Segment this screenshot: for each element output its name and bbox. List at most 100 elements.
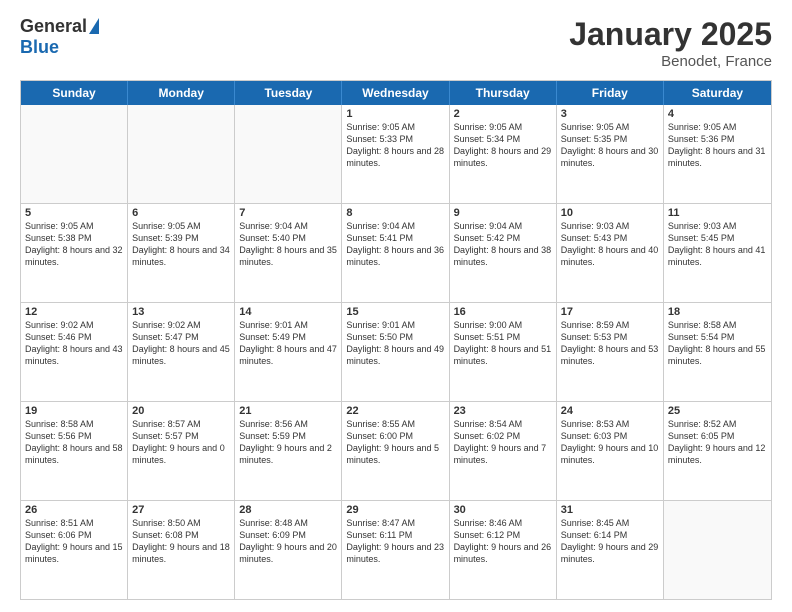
cell-info: Sunrise: 9:01 AM Sunset: 5:50 PM Dayligh…	[346, 319, 444, 368]
calendar-cell: 3Sunrise: 9:05 AM Sunset: 5:35 PM Daylig…	[557, 105, 664, 203]
logo-triangle-icon	[89, 18, 99, 34]
cell-info: Sunrise: 8:53 AM Sunset: 6:03 PM Dayligh…	[561, 418, 659, 467]
calendar-cell: 22Sunrise: 8:55 AM Sunset: 6:00 PM Dayli…	[342, 402, 449, 500]
calendar-cell: 9Sunrise: 9:04 AM Sunset: 5:42 PM Daylig…	[450, 204, 557, 302]
calendar-row: 26Sunrise: 8:51 AM Sunset: 6:06 PM Dayli…	[21, 500, 771, 599]
calendar-cell: 29Sunrise: 8:47 AM Sunset: 6:11 PM Dayli…	[342, 501, 449, 599]
cell-info: Sunrise: 8:46 AM Sunset: 6:12 PM Dayligh…	[454, 517, 552, 566]
day-number: 23	[454, 405, 552, 417]
calendar-cell: 1Sunrise: 9:05 AM Sunset: 5:33 PM Daylig…	[342, 105, 449, 203]
cell-info: Sunrise: 8:50 AM Sunset: 6:08 PM Dayligh…	[132, 517, 230, 566]
day-number: 4	[668, 108, 767, 120]
title-block: January 2025 Benodet, France	[569, 16, 772, 70]
cell-info: Sunrise: 8:51 AM Sunset: 6:06 PM Dayligh…	[25, 517, 123, 566]
calendar-cell: 16Sunrise: 9:00 AM Sunset: 5:51 PM Dayli…	[450, 303, 557, 401]
calendar-cell: 17Sunrise: 8:59 AM Sunset: 5:53 PM Dayli…	[557, 303, 664, 401]
cell-info: Sunrise: 9:05 AM Sunset: 5:33 PM Dayligh…	[346, 121, 444, 170]
day-number: 16	[454, 306, 552, 318]
cell-info: Sunrise: 9:01 AM Sunset: 5:49 PM Dayligh…	[239, 319, 337, 368]
day-number: 1	[346, 108, 444, 120]
calendar-cell: 10Sunrise: 9:03 AM Sunset: 5:43 PM Dayli…	[557, 204, 664, 302]
calendar-cell: 27Sunrise: 8:50 AM Sunset: 6:08 PM Dayli…	[128, 501, 235, 599]
calendar-cell: 18Sunrise: 8:58 AM Sunset: 5:54 PM Dayli…	[664, 303, 771, 401]
day-number: 20	[132, 405, 230, 417]
day-number: 10	[561, 207, 659, 219]
calendar-cell: 6Sunrise: 9:05 AM Sunset: 5:39 PM Daylig…	[128, 204, 235, 302]
cell-info: Sunrise: 9:05 AM Sunset: 5:36 PM Dayligh…	[668, 121, 767, 170]
cell-info: Sunrise: 9:05 AM Sunset: 5:34 PM Dayligh…	[454, 121, 552, 170]
day-number: 22	[346, 405, 444, 417]
weekday-header: Monday	[128, 81, 235, 105]
day-number: 12	[25, 306, 123, 318]
calendar-cell: 12Sunrise: 9:02 AM Sunset: 5:46 PM Dayli…	[21, 303, 128, 401]
weekday-header: Saturday	[664, 81, 771, 105]
weekday-header: Tuesday	[235, 81, 342, 105]
cell-info: Sunrise: 8:58 AM Sunset: 5:54 PM Dayligh…	[668, 319, 767, 368]
day-number: 17	[561, 306, 659, 318]
cell-info: Sunrise: 9:03 AM Sunset: 5:43 PM Dayligh…	[561, 220, 659, 269]
day-number: 9	[454, 207, 552, 219]
calendar-body: 1Sunrise: 9:05 AM Sunset: 5:33 PM Daylig…	[21, 105, 771, 599]
weekday-header: Friday	[557, 81, 664, 105]
calendar-row: 12Sunrise: 9:02 AM Sunset: 5:46 PM Dayli…	[21, 302, 771, 401]
cell-info: Sunrise: 8:52 AM Sunset: 6:05 PM Dayligh…	[668, 418, 767, 467]
calendar-cell: 5Sunrise: 9:05 AM Sunset: 5:38 PM Daylig…	[21, 204, 128, 302]
day-number: 25	[668, 405, 767, 417]
calendar-cell: 14Sunrise: 9:01 AM Sunset: 5:49 PM Dayli…	[235, 303, 342, 401]
location: Benodet, France	[569, 53, 772, 70]
day-number: 28	[239, 504, 337, 516]
cell-info: Sunrise: 8:59 AM Sunset: 5:53 PM Dayligh…	[561, 319, 659, 368]
cell-info: Sunrise: 9:00 AM Sunset: 5:51 PM Dayligh…	[454, 319, 552, 368]
calendar-cell: 20Sunrise: 8:57 AM Sunset: 5:57 PM Dayli…	[128, 402, 235, 500]
logo-general: General	[20, 16, 87, 37]
logo-blue: Blue	[20, 37, 59, 58]
calendar-cell: 24Sunrise: 8:53 AM Sunset: 6:03 PM Dayli…	[557, 402, 664, 500]
cell-info: Sunrise: 9:05 AM Sunset: 5:35 PM Dayligh…	[561, 121, 659, 170]
day-number: 18	[668, 306, 767, 318]
cell-info: Sunrise: 8:56 AM Sunset: 5:59 PM Dayligh…	[239, 418, 337, 467]
calendar-cell: 26Sunrise: 8:51 AM Sunset: 6:06 PM Dayli…	[21, 501, 128, 599]
calendar-row: 1Sunrise: 9:05 AM Sunset: 5:33 PM Daylig…	[21, 105, 771, 203]
calendar-cell: 23Sunrise: 8:54 AM Sunset: 6:02 PM Dayli…	[450, 402, 557, 500]
weekday-header: Wednesday	[342, 81, 449, 105]
day-number: 19	[25, 405, 123, 417]
calendar-cell	[664, 501, 771, 599]
day-number: 11	[668, 207, 767, 219]
day-number: 27	[132, 504, 230, 516]
calendar-cell	[21, 105, 128, 203]
calendar-cell: 21Sunrise: 8:56 AM Sunset: 5:59 PM Dayli…	[235, 402, 342, 500]
day-number: 7	[239, 207, 337, 219]
day-number: 2	[454, 108, 552, 120]
cell-info: Sunrise: 9:04 AM Sunset: 5:40 PM Dayligh…	[239, 220, 337, 269]
day-number: 6	[132, 207, 230, 219]
day-number: 3	[561, 108, 659, 120]
calendar-cell: 2Sunrise: 9:05 AM Sunset: 5:34 PM Daylig…	[450, 105, 557, 203]
day-number: 30	[454, 504, 552, 516]
calendar-cell: 15Sunrise: 9:01 AM Sunset: 5:50 PM Dayli…	[342, 303, 449, 401]
cell-info: Sunrise: 9:04 AM Sunset: 5:42 PM Dayligh…	[454, 220, 552, 269]
day-number: 15	[346, 306, 444, 318]
day-number: 13	[132, 306, 230, 318]
calendar-row: 5Sunrise: 9:05 AM Sunset: 5:38 PM Daylig…	[21, 203, 771, 302]
cell-info: Sunrise: 9:04 AM Sunset: 5:41 PM Dayligh…	[346, 220, 444, 269]
cell-info: Sunrise: 8:54 AM Sunset: 6:02 PM Dayligh…	[454, 418, 552, 467]
weekday-header: Sunday	[21, 81, 128, 105]
calendar-cell: 28Sunrise: 8:48 AM Sunset: 6:09 PM Dayli…	[235, 501, 342, 599]
day-number: 29	[346, 504, 444, 516]
day-number: 21	[239, 405, 337, 417]
cell-info: Sunrise: 8:48 AM Sunset: 6:09 PM Dayligh…	[239, 517, 337, 566]
cell-info: Sunrise: 8:47 AM Sunset: 6:11 PM Dayligh…	[346, 517, 444, 566]
day-number: 14	[239, 306, 337, 318]
day-number: 8	[346, 207, 444, 219]
calendar-cell: 7Sunrise: 9:04 AM Sunset: 5:40 PM Daylig…	[235, 204, 342, 302]
month-title: January 2025	[569, 16, 772, 53]
calendar: SundayMondayTuesdayWednesdayThursdayFrid…	[20, 80, 772, 600]
calendar-cell: 31Sunrise: 8:45 AM Sunset: 6:14 PM Dayli…	[557, 501, 664, 599]
day-number: 31	[561, 504, 659, 516]
cell-info: Sunrise: 9:02 AM Sunset: 5:47 PM Dayligh…	[132, 319, 230, 368]
day-number: 24	[561, 405, 659, 417]
cell-info: Sunrise: 9:05 AM Sunset: 5:38 PM Dayligh…	[25, 220, 123, 269]
calendar-cell: 30Sunrise: 8:46 AM Sunset: 6:12 PM Dayli…	[450, 501, 557, 599]
day-number: 5	[25, 207, 123, 219]
calendar-cell: 13Sunrise: 9:02 AM Sunset: 5:47 PM Dayli…	[128, 303, 235, 401]
